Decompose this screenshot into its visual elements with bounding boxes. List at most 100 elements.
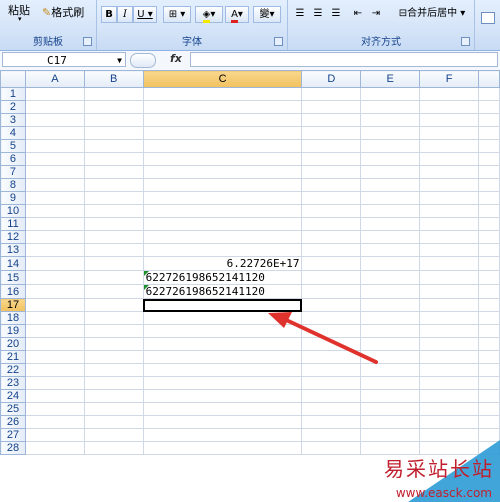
cell-b18[interactable] [83, 311, 144, 325]
cell-f1[interactable] [419, 87, 479, 101]
row-header-5[interactable]: 5 [0, 139, 26, 153]
cell-c4[interactable] [142, 126, 303, 140]
cell-a2[interactable] [24, 100, 85, 114]
cell-d24[interactable] [301, 389, 362, 403]
cell-e10[interactable] [360, 204, 421, 218]
cell-f9[interactable] [419, 191, 479, 205]
cell-x3[interactable] [477, 113, 500, 127]
cell-d26[interactable] [301, 415, 362, 429]
cell-f14[interactable] [419, 256, 479, 271]
cell-x6[interactable] [477, 152, 500, 166]
row-header-1[interactable]: 1 [0, 87, 26, 101]
cell-e19[interactable] [360, 324, 421, 338]
select-all-corner[interactable] [0, 70, 26, 88]
cell-d28[interactable] [301, 441, 362, 455]
cell-e21[interactable] [360, 350, 421, 364]
cell-b10[interactable] [83, 204, 144, 218]
cell-a8[interactable] [24, 178, 85, 192]
cell-f10[interactable] [419, 204, 479, 218]
decrease-indent-icon[interactable]: ⇤ [350, 6, 366, 23]
cell-e17[interactable] [360, 298, 421, 312]
cell-d4[interactable] [301, 126, 362, 140]
number-format-icon[interactable] [481, 12, 495, 24]
cell-c6[interactable] [142, 152, 303, 166]
cell-c28[interactable] [142, 441, 303, 455]
cell-d21[interactable] [301, 350, 362, 364]
cell-d6[interactable] [301, 152, 362, 166]
paste-dropdown-icon[interactable]: ▾ [18, 15, 22, 23]
row-header-26[interactable]: 26 [0, 415, 26, 429]
row-header-21[interactable]: 21 [0, 350, 26, 364]
cell-e20[interactable] [360, 337, 421, 351]
align-left-icon[interactable]: ☰ [292, 6, 308, 23]
cell-d18[interactable] [301, 311, 362, 325]
error-indicator-icon[interactable] [143, 285, 149, 290]
cell-x25[interactable] [477, 402, 500, 416]
cell-c24[interactable] [142, 389, 303, 403]
cell-x8[interactable] [477, 178, 500, 192]
cell-e22[interactable] [360, 363, 421, 377]
cell-b28[interactable] [83, 441, 144, 455]
cell-x7[interactable] [477, 165, 500, 179]
cell-a13[interactable] [24, 243, 85, 257]
row-header-11[interactable]: 11 [0, 217, 26, 231]
cell-f7[interactable] [419, 165, 479, 179]
cell-a14[interactable] [24, 256, 85, 271]
row-header-20[interactable]: 20 [0, 337, 26, 351]
cell-d23[interactable] [301, 376, 362, 390]
cell-c27[interactable] [142, 428, 303, 442]
cell-d19[interactable] [301, 324, 362, 338]
formula-input[interactable] [190, 52, 498, 67]
cell-f17[interactable] [419, 298, 479, 312]
name-box[interactable]: C17 ▼ [2, 52, 126, 67]
cell-d15[interactable] [301, 270, 362, 285]
cell-c26[interactable] [142, 415, 303, 429]
formula-bar-resize-handle[interactable] [130, 53, 156, 68]
cell-b14[interactable] [83, 256, 144, 271]
row-header-4[interactable]: 4 [0, 126, 26, 140]
cell-a22[interactable] [24, 363, 85, 377]
cell-c13[interactable] [142, 243, 303, 257]
cell-b13[interactable] [83, 243, 144, 257]
cell-f16[interactable] [419, 284, 479, 299]
alignment-launcher-icon[interactable] [461, 37, 470, 46]
cell-a25[interactable] [24, 402, 85, 416]
cell-c16[interactable]: 622726198652141120 [142, 284, 303, 299]
cell-b22[interactable] [83, 363, 144, 377]
cell-x24[interactable] [477, 389, 500, 403]
cell-f26[interactable] [419, 415, 479, 429]
cell-a17[interactable] [24, 298, 85, 312]
cell-d27[interactable] [301, 428, 362, 442]
column-header-a[interactable]: A [24, 70, 85, 88]
cell-b7[interactable] [83, 165, 144, 179]
cell-f11[interactable] [419, 217, 479, 231]
cell-c5[interactable] [142, 139, 303, 153]
cell-f23[interactable] [419, 376, 479, 390]
cell-a27[interactable] [24, 428, 85, 442]
cell-e3[interactable] [360, 113, 421, 127]
cell-e9[interactable] [360, 191, 421, 205]
cell-x11[interactable] [477, 217, 500, 231]
cell-x18[interactable] [477, 311, 500, 325]
cell-c2[interactable] [142, 100, 303, 114]
cell-e12[interactable] [360, 230, 421, 244]
column-header-d[interactable]: D [301, 70, 362, 88]
cell-x2[interactable] [477, 100, 500, 114]
font-launcher-icon[interactable] [274, 37, 283, 46]
cell-d12[interactable] [301, 230, 362, 244]
cell-c19[interactable] [142, 324, 303, 338]
row-header-2[interactable]: 2 [0, 100, 26, 114]
cell-f2[interactable] [419, 100, 479, 114]
cell-d13[interactable] [301, 243, 362, 257]
cell-x9[interactable] [477, 191, 500, 205]
cell-b2[interactable] [83, 100, 144, 114]
column-header-overflow[interactable] [477, 70, 500, 88]
cell-f24[interactable] [419, 389, 479, 403]
cell-d11[interactable] [301, 217, 362, 231]
phonetic-button[interactable]: 變▾ [253, 6, 281, 23]
cell-f8[interactable] [419, 178, 479, 192]
cell-a12[interactable] [24, 230, 85, 244]
cell-d1[interactable] [301, 87, 362, 101]
cell-a5[interactable] [24, 139, 85, 153]
cell-d9[interactable] [301, 191, 362, 205]
